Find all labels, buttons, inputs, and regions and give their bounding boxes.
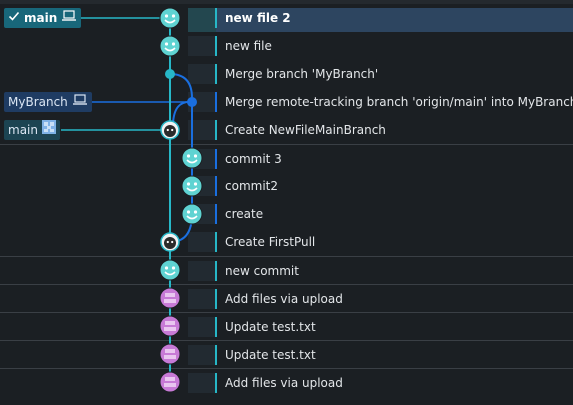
teal-smiley-avatar-icon: [181, 147, 203, 169]
teal-smiley-avatar-icon: [159, 259, 181, 281]
teal-smiley-avatar-icon-eye: [193, 182, 198, 186]
laptop-icon: [61, 8, 77, 28]
graph-lanes: [61, 7, 203, 393]
purple-avatar-icon-block: [165, 377, 175, 381]
purple-avatar-icon-block: [164, 327, 176, 331]
teal-smiley-avatar-icon-eye: [164, 266, 169, 270]
remote-avatar-icon: [41, 120, 56, 140]
teal-smiley-avatar-icon: [181, 203, 203, 225]
teal-smiley-avatar-icon-eye: [171, 266, 176, 270]
branch-tag-label: MyBranch: [8, 95, 68, 109]
branch-tag-mybranch[interactable]: MyBranch: [4, 92, 92, 112]
dark-face-avatar-icon-eye: [171, 128, 174, 132]
purple-avatar-icon: [159, 371, 181, 393]
purple-avatar-icon-block: [164, 383, 176, 387]
teal-smiley-avatar-icon: [181, 175, 203, 197]
teal-smiley-avatar-icon: [159, 35, 181, 57]
branch-tag-label: main: [8, 123, 38, 137]
teal-smiley-avatar-icon-eye: [171, 14, 176, 18]
teal-smiley-avatar-icon-eye: [193, 210, 198, 214]
purple-avatar-icon-block: [165, 349, 175, 353]
teal-smiley-avatar-icon: [159, 7, 181, 29]
teal-smiley-avatar-icon-eye: [164, 42, 169, 46]
branch-tag-main-head[interactable]: main: [4, 8, 82, 28]
teal-smiley-avatar-icon-eye: [164, 14, 169, 18]
purple-avatar-icon-block: [165, 293, 175, 297]
commit-graph: new file 2 new file Merge branch 'MyBranch…: [0, 0, 573, 405]
purple-avatar-icon: [159, 315, 181, 337]
teal-smiley-avatar-icon-eye: [171, 42, 176, 46]
purple-avatar-icon-block: [164, 355, 176, 359]
merge-dot-icon: [165, 69, 175, 79]
purple-avatar-icon: [159, 343, 181, 365]
laptop-icon: [72, 92, 88, 112]
purple-avatar-icon-block: [165, 321, 175, 325]
dark-face-avatar-icon-face: [164, 237, 176, 249]
dark-face-avatar-icon-eye: [166, 128, 169, 132]
dark-face-avatar-icon-eye: [166, 240, 169, 244]
teal-smiley-avatar-icon-eye: [186, 154, 191, 158]
check-icon: [8, 8, 20, 28]
merge-dot-icon: [187, 97, 197, 107]
teal-smiley-avatar-icon-eye: [186, 210, 191, 214]
teal-smiley-avatar-icon-eye: [186, 182, 191, 186]
branch-tag-label: main: [24, 11, 58, 25]
purple-avatar-icon-block: [164, 299, 176, 303]
purple-avatar-icon: [159, 287, 181, 309]
branch-tag-main-remote[interactable]: main: [4, 120, 60, 140]
dark-face-avatar-icon-face: [164, 125, 176, 137]
teal-smiley-avatar-icon-eye: [193, 154, 198, 158]
dark-face-avatar-icon-eye: [171, 240, 174, 244]
